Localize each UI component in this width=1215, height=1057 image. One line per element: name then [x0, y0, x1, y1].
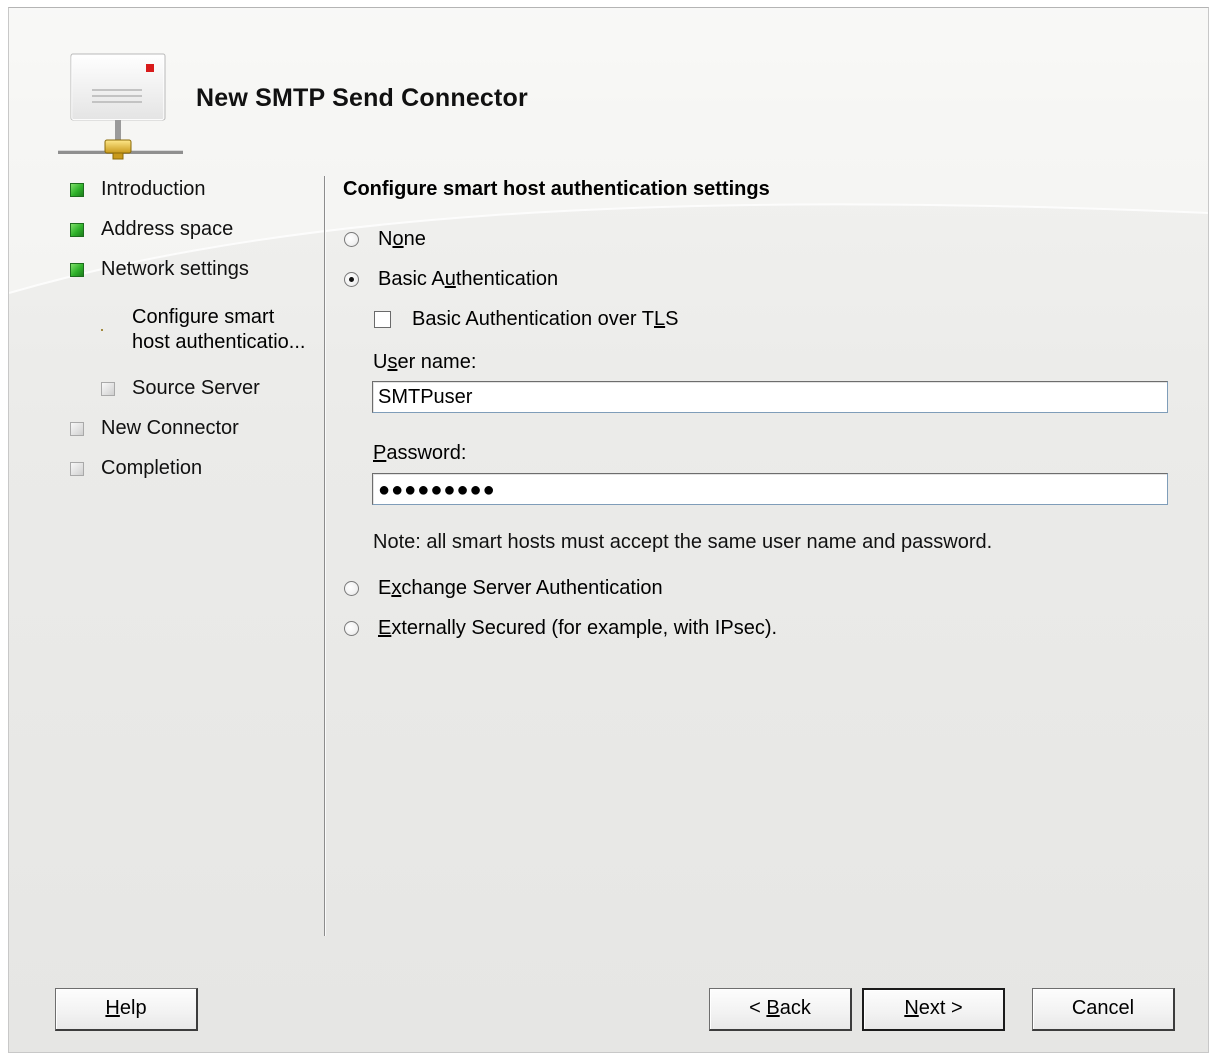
step-current-icon: [101, 329, 103, 331]
step-label: New Connector: [101, 417, 239, 439]
step-label-line2: host authenticatio...: [132, 331, 306, 353]
checkbox-tls-label: Basic Authentication over TLS: [412, 308, 679, 330]
step-complete-icon: [70, 182, 84, 197]
step-address-space: Address space: [70, 218, 233, 241]
radio-button[interactable]: [344, 581, 359, 596]
step-complete-icon: [70, 262, 84, 277]
checkbox[interactable]: [374, 311, 391, 328]
step-label: Address space: [101, 218, 234, 240]
step-label: Introduction: [101, 178, 206, 200]
step-label: Network settings: [101, 258, 249, 280]
step-introduction: Introduction: [70, 178, 206, 201]
step-completion: Completion: [70, 457, 202, 480]
step-pending-icon: [70, 421, 84, 436]
page-title: New SMTP Send Connector: [196, 84, 528, 112]
radio-externally-secured[interactable]: Externally Secured (for example, with IP…: [344, 617, 777, 640]
next-button[interactable]: Next >: [862, 988, 1005, 1031]
radio-none[interactable]: None: [344, 228, 426, 251]
radio-button-selected[interactable]: [344, 272, 359, 287]
background-swoosh: [9, 8, 1208, 294]
radio-button[interactable]: [344, 232, 359, 247]
back-button[interactable]: < Back: [709, 988, 852, 1031]
cancel-button[interactable]: Cancel: [1032, 988, 1175, 1031]
step-label-line1: Configure smart: [132, 306, 275, 328]
radio-external-label: Externally Secured (for example, with IP…: [378, 617, 778, 639]
step-source-server: Source Server: [101, 377, 260, 400]
radio-exchange-server-authentication[interactable]: Exchange Server Authentication: [344, 577, 663, 600]
step-pending-icon: [70, 461, 84, 476]
username-label: User name:: [373, 351, 477, 373]
wizard-window: New SMTP Send Connector Introduction Add…: [8, 7, 1209, 1053]
smtp-connector-icon: [58, 53, 183, 160]
radio-exchange-label: Exchange Server Authentication: [378, 577, 663, 599]
radio-basic-authentication[interactable]: Basic Authentication: [344, 268, 558, 291]
checkbox-basic-auth-over-tls[interactable]: Basic Authentication over TLS: [374, 308, 678, 331]
section-heading: Configure smart host authentication sett…: [343, 178, 770, 200]
step-label: Completion: [101, 457, 203, 479]
radio-none-label: None: [378, 228, 426, 250]
help-button[interactable]: Help: [55, 988, 198, 1031]
note-text: Note: all smart hosts must accept the sa…: [373, 531, 993, 553]
radio-basic-label: Basic Authentication: [378, 268, 559, 290]
username-field[interactable]: SMTPuser: [372, 381, 1168, 413]
step-label: Source Server: [132, 377, 260, 399]
password-field[interactable]: ●●●●●●●●●: [372, 473, 1168, 505]
step-complete-icon: [70, 222, 84, 237]
step-new-connector: New Connector: [70, 417, 239, 440]
radio-button[interactable]: [344, 621, 359, 636]
step-pending-icon: [101, 381, 115, 396]
password-label: Password:: [373, 442, 467, 464]
step-network-settings: Network settings: [70, 258, 249, 281]
divider: [324, 176, 326, 936]
